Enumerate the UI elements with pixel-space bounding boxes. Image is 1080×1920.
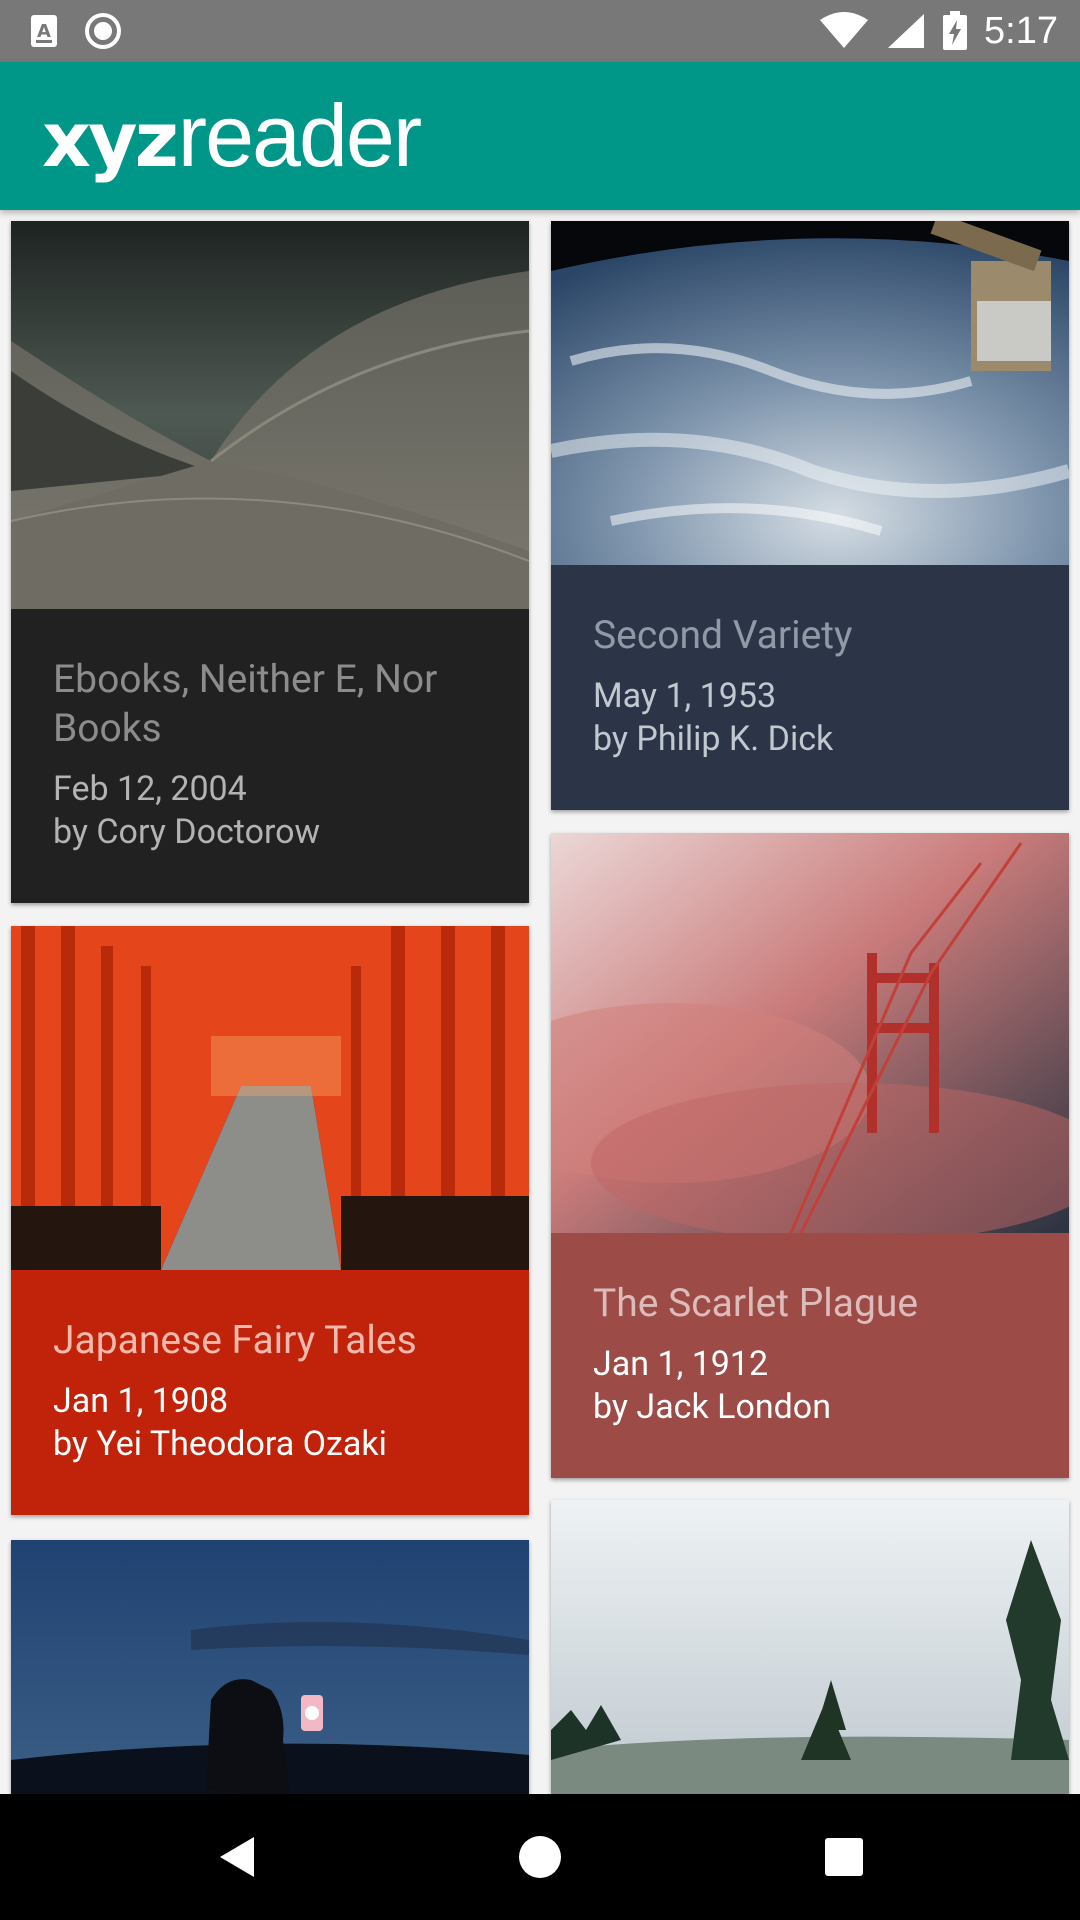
article-thumbnail (551, 1500, 1069, 1794)
nav-home-button[interactable] (480, 1794, 600, 1920)
a-notification-icon: A (31, 15, 57, 47)
article-card[interactable] (11, 1540, 529, 1794)
cell-signal-icon (888, 14, 925, 48)
app-logo-light: reader (177, 86, 422, 185)
article-thumbnail (551, 833, 1069, 1233)
status-indicators: 5:17 (818, 8, 1058, 54)
status-time: 5:17 (984, 10, 1058, 52)
article-date: Jan 1, 1908 (53, 1381, 229, 1421)
navigation-bar (0, 1794, 1080, 1920)
article-date: May 1, 1953 (593, 676, 777, 716)
back-icon (220, 1837, 254, 1877)
app-bar: xyz reader (0, 62, 1080, 210)
article-meta: The Scarlet Plague Jan 1, 1912 by Jack L… (551, 1233, 1069, 1429)
article-card[interactable]: The Scarlet Plague Jan 1, 1912 by Jack L… (551, 833, 1069, 1478)
nav-back-button[interactable] (176, 1794, 296, 1920)
article-meta: Second Variety May 1, 1953 by Philip K. … (551, 565, 1069, 761)
article-meta: Ebooks, Neither E, Nor Books Feb 12, 200… (11, 609, 529, 854)
article-title: Second Variety (593, 612, 853, 658)
article-card[interactable]: Japanese Fairy Tales Jan 1, 1908 by Yei … (11, 926, 529, 1515)
article-thumbnail (11, 926, 529, 1270)
article-date: Jan 1, 1912 (593, 1344, 769, 1384)
wifi-icon (820, 12, 869, 48)
status-notifications: A (30, 12, 122, 50)
article-card[interactable]: Ebooks, Neither E, Nor Books Feb 12, 200… (11, 221, 529, 903)
svg-text:A: A (37, 21, 51, 42)
home-icon (519, 1836, 561, 1878)
app-logo: xyz reader (42, 84, 422, 188)
article-feed[interactable]: Ebooks, Neither E, Nor Books Feb 12, 200… (0, 210, 1080, 1794)
article-author: by Philip K. Dick (593, 719, 834, 759)
article-card[interactable] (551, 1500, 1069, 1794)
status-bar: A 5:17 (0, 0, 1080, 62)
battery-charging-icon (943, 11, 968, 50)
article-title: Japanese Fairy Tales (53, 1317, 417, 1363)
article-thumbnail (11, 1540, 529, 1794)
article-title: The Scarlet Plague (593, 1280, 919, 1326)
article-date: Feb 12, 2004 (53, 769, 247, 809)
recents-icon (825, 1838, 863, 1876)
app-logo-bold: xyz (42, 95, 179, 184)
circle-notification-icon (85, 13, 121, 49)
article-title: Ebooks, Neither E, Nor Books (53, 656, 438, 751)
article-author: by Yei Theodora Ozaki (53, 1424, 387, 1464)
article-thumbnail (11, 221, 529, 609)
article-meta: Japanese Fairy Tales Jan 1, 1908 by Yei … (11, 1270, 529, 1466)
article-author: by Cory Doctorow (53, 812, 321, 852)
nav-recents-button[interactable] (784, 1794, 904, 1920)
article-thumbnail (551, 221, 1069, 565)
article-card[interactable]: Second Variety May 1, 1953 by Philip K. … (551, 221, 1069, 810)
article-author: by Jack London (593, 1387, 831, 1427)
